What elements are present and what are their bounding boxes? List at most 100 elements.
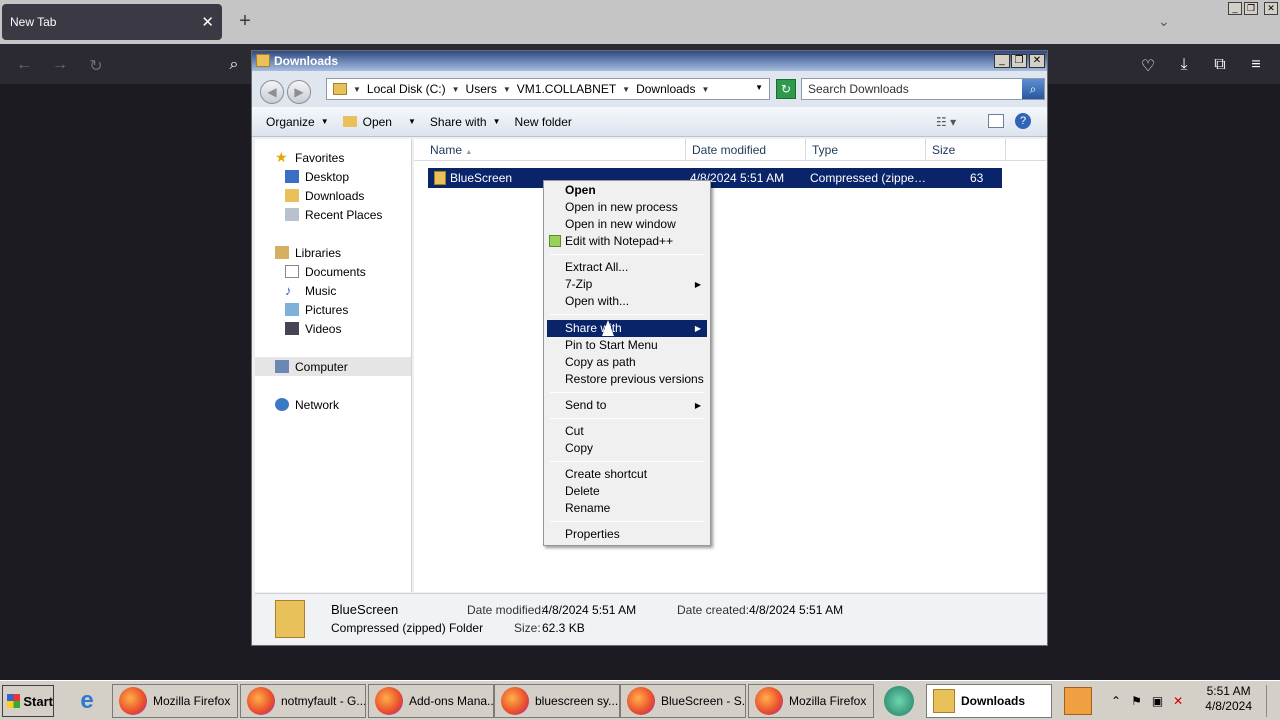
- taskbar-item[interactable]: Add-ons Mana...: [368, 684, 494, 718]
- navigation-pane: ★ Favorites Desktop Downloads Recent Plac…: [255, 139, 412, 592]
- internet-explorer-icon[interactable]: e: [72, 687, 102, 715]
- network-icon: [275, 398, 289, 411]
- close-button[interactable]: ✕: [1264, 2, 1278, 15]
- nav-downloads[interactable]: Downloads: [285, 186, 364, 205]
- explorer-minimize-button[interactable]: _: [994, 54, 1010, 68]
- flag-icon[interactable]: ⚑: [1131, 694, 1142, 708]
- menu-item-rename[interactable]: Rename: [547, 500, 707, 517]
- preview-pane-icon[interactable]: [988, 114, 1004, 128]
- media-player-icon[interactable]: [1064, 687, 1092, 715]
- firefox-icon: [501, 687, 529, 715]
- share-with-button[interactable]: Share with ▼: [430, 115, 501, 129]
- organize-button[interactable]: Organize ▼: [266, 115, 329, 129]
- firefox-icon: [627, 687, 655, 715]
- new-folder-button[interactable]: New folder: [515, 115, 572, 129]
- start-button[interactable]: Start: [2, 685, 54, 717]
- volume-muted-icon[interactable]: ✕: [1173, 694, 1183, 708]
- breadcrumb-item[interactable]: VM1.COLLABNET: [517, 82, 616, 96]
- nav-libraries[interactable]: Libraries: [275, 243, 341, 262]
- firefox-icon: [247, 687, 275, 715]
- column-name[interactable]: Name ▲: [424, 139, 686, 161]
- libraries-icon: [275, 246, 289, 259]
- nav-favorites[interactable]: ★ Favorites: [275, 148, 344, 167]
- pocket-icon[interactable]: ♡: [1138, 56, 1158, 76]
- minimize-button[interactable]: _: [1228, 2, 1242, 15]
- window-titlebar[interactable]: Downloads: [252, 51, 1047, 71]
- menu-item-open-with[interactable]: Open with...: [547, 293, 707, 310]
- menu-item-properties[interactable]: Properties: [547, 526, 707, 543]
- column-type[interactable]: Type: [806, 139, 926, 161]
- clock[interactable]: 5:51 AM 4/8/2024: [1205, 684, 1252, 714]
- menu-item-cut[interactable]: Cut: [547, 423, 707, 440]
- menu-item-extract-all[interactable]: Extract All...: [547, 259, 707, 276]
- view-options-icon[interactable]: ☷ ▾: [936, 115, 956, 129]
- menu-item-create-shortcut[interactable]: Create shortcut: [547, 466, 707, 483]
- taskbar-item-active[interactable]: Downloads: [926, 684, 1052, 718]
- forward-icon[interactable]: →: [50, 56, 70, 74]
- back-button[interactable]: ◀: [260, 80, 284, 104]
- search-icon[interactable]: ⌕: [1022, 79, 1044, 99]
- breadcrumb-item[interactable]: Downloads: [636, 82, 695, 96]
- menu-item-restore-versions[interactable]: Restore previous versions: [547, 371, 707, 388]
- nav-videos[interactable]: Videos: [285, 319, 341, 338]
- menu-item-open-new-window[interactable]: Open in new window: [547, 216, 707, 233]
- taskbar-item[interactable]: Mozilla Firefox: [748, 684, 874, 718]
- menu-item-copy-path[interactable]: Copy as path: [547, 354, 707, 371]
- column-date-modified[interactable]: Date modified: [686, 139, 806, 161]
- explorer-close-button[interactable]: ✕: [1029, 54, 1045, 68]
- column-header: Name ▲ Date modified Type Size: [414, 139, 1046, 161]
- forward-button[interactable]: ▶: [287, 80, 311, 104]
- breadcrumb-item[interactable]: Local Disk (C:): [367, 82, 446, 96]
- zip-folder-icon: [434, 171, 446, 185]
- back-icon[interactable]: ←: [14, 56, 34, 74]
- nav-network[interactable]: Network: [275, 395, 339, 414]
- nav-recent-places[interactable]: Recent Places: [285, 205, 382, 224]
- menu-item-edit-notepad[interactable]: Edit with Notepad++: [547, 233, 707, 250]
- nav-pictures[interactable]: Pictures: [285, 300, 348, 319]
- downloads-icon[interactable]: ⤓: [1174, 56, 1194, 74]
- breadcrumb-item[interactable]: Users: [466, 82, 497, 96]
- taskbar-item[interactable]: bluescreen sy...: [494, 684, 620, 718]
- menu-item-7zip[interactable]: 7-Zip ▶: [547, 276, 707, 293]
- taskbar-item[interactable]: BlueScreen - S...: [620, 684, 746, 718]
- new-tab-button[interactable]: +: [234, 10, 256, 33]
- network-status-icon[interactable]: ▣: [1152, 694, 1163, 708]
- nav-music[interactable]: ♪ Music: [285, 281, 336, 300]
- details-size: 62.3 KB: [542, 621, 585, 635]
- app-icon[interactable]: [884, 686, 914, 716]
- extensions-icon[interactable]: ⧉: [1210, 56, 1230, 74]
- reload-icon[interactable]: ↻: [86, 56, 106, 76]
- taskbar-item[interactable]: notmyfault - G...: [240, 684, 366, 718]
- browser-tab[interactable]: New Tab ✕: [2, 4, 222, 40]
- tab-close-icon[interactable]: ✕: [201, 13, 214, 31]
- nav-computer[interactable]: Computer: [255, 357, 411, 376]
- open-button[interactable]: Open ▼: [342, 115, 416, 129]
- menu-icon[interactable]: ≡: [1246, 56, 1266, 74]
- menu-item-open-new-process[interactable]: Open in new process: [547, 199, 707, 216]
- folder-icon: [333, 83, 347, 95]
- taskbar-item[interactable]: Mozilla Firefox: [112, 684, 238, 718]
- show-desktop-button[interactable]: [1266, 685, 1278, 717]
- refresh-icon[interactable]: ↻: [776, 79, 796, 99]
- restore-button[interactable]: ❐: [1244, 2, 1258, 15]
- address-dropdown-icon[interactable]: ▼: [755, 83, 763, 92]
- menu-item-send-to[interactable]: Send to ▶: [547, 397, 707, 414]
- file-row[interactable]: BlueScreen 4/8/2024 5:51 AM Compressed (…: [428, 168, 1002, 205]
- help-icon[interactable]: ?: [1015, 113, 1031, 129]
- address-bar-area: ◀ ▶ ▼ Local Disk (C:) ▼ Users ▼ VM1.COLLABN…: [252, 71, 1047, 107]
- list-all-tabs-icon[interactable]: ⌄: [1158, 13, 1170, 30]
- show-hidden-icons-icon[interactable]: ⌃: [1111, 694, 1121, 708]
- search-input[interactable]: Search Downloads ⌕: [801, 78, 1045, 100]
- menu-item-share-with[interactable]: Share with ▶: [547, 320, 707, 337]
- address-bar[interactable]: ▼ Local Disk (C:) ▼ Users ▼ VM1.COLLABNET ▼…: [326, 78, 770, 100]
- search-icon[interactable]: ⌕: [224, 56, 244, 74]
- menu-item-delete[interactable]: Delete: [547, 483, 707, 500]
- menu-item-open[interactable]: Open: [547, 182, 707, 199]
- explorer-maximize-button[interactable]: ❐: [1011, 54, 1027, 68]
- menu-item-pin-start[interactable]: Pin to Start Menu: [547, 337, 707, 354]
- menu-item-copy[interactable]: Copy: [547, 440, 707, 457]
- column-size[interactable]: Size: [926, 139, 1006, 161]
- nav-documents[interactable]: Documents: [285, 262, 366, 281]
- menu-separator: [550, 418, 704, 419]
- nav-desktop[interactable]: Desktop: [285, 167, 349, 186]
